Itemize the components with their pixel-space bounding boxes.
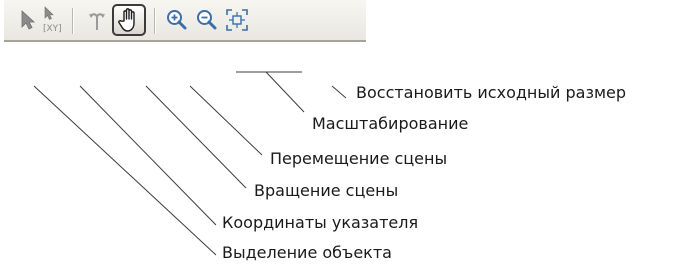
label-rotate-scene: Вращение сцены bbox=[254, 181, 399, 200]
label-zoom: Масштабирование bbox=[312, 114, 469, 133]
label-select-object: Выделение объекта bbox=[222, 243, 392, 262]
label-move-scene: Перемещение сцены bbox=[270, 149, 448, 168]
leader-line-reset-size bbox=[331, 85, 347, 99]
leader-line-pointer-coordinates bbox=[79, 85, 217, 226]
label-pointer-coordinates: Координаты указателя bbox=[222, 213, 419, 232]
leader-line-move-scene bbox=[189, 85, 263, 156]
label-reset-size: Восстановить исходный размер bbox=[356, 83, 627, 102]
leader-line-rotate-scene bbox=[145, 85, 247, 189]
leader-line-zoom bbox=[265, 71, 305, 113]
leader-line-select-object bbox=[33, 85, 217, 256]
